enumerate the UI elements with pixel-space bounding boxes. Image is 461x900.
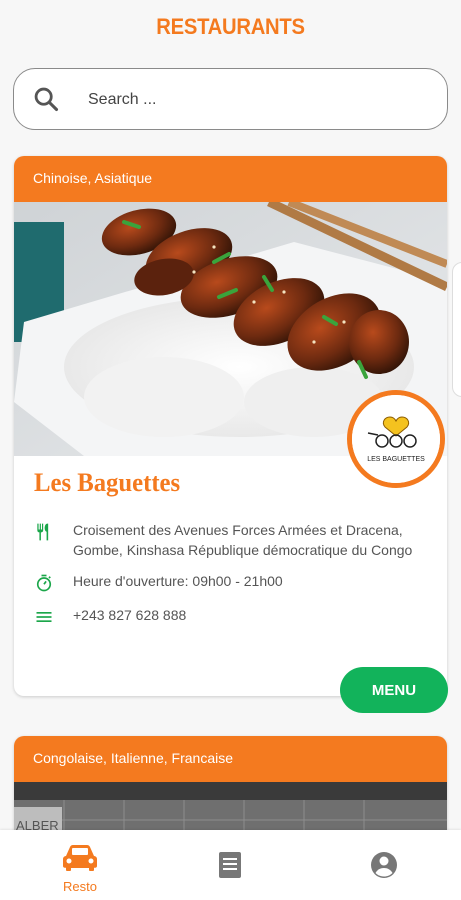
hours-row: Heure d'ouverture: 09h00 - 21h00 <box>34 571 443 593</box>
restaurant-address: Croisement des Avenues Forces Armées et … <box>73 522 413 558</box>
logo-text: LES BAGUETTES <box>367 456 425 463</box>
baguettes-logo-icon: LES BAGUETTES <box>352 395 440 483</box>
tab-resto-label: Resto <box>63 879 97 894</box>
restaurant-categories: Congolaise, Italienne, Francaise <box>14 736 447 782</box>
account-icon <box>371 852 397 878</box>
phone-row: +243 827 628 888 <box>34 605 443 627</box>
search-icon <box>34 87 59 112</box>
tab-account[interactable] <box>344 842 424 885</box>
menu-button[interactable]: MENU <box>340 667 448 713</box>
restaurant-logo: LES BAGUETTES <box>347 390 445 488</box>
restaurant-icon <box>37 523 49 541</box>
tab-list[interactable] <box>190 842 270 885</box>
address-row: Croisement des Avenues Forces Armées et … <box>34 520 443 560</box>
search-bar[interactable] <box>13 68 448 130</box>
list-icon <box>219 852 241 878</box>
page-title: RESTAURANTS <box>156 14 305 39</box>
menu-lines-icon <box>36 612 52 622</box>
car-icon <box>63 845 97 871</box>
side-drawer-handle[interactable] <box>452 262 461 397</box>
restaurant-name[interactable]: Les Baguettes <box>34 468 180 498</box>
timer-icon <box>36 574 52 592</box>
search-input[interactable] <box>88 87 418 113</box>
tab-resto[interactable]: Resto <box>40 842 120 894</box>
restaurant-categories: Chinoise, Asiatique <box>14 156 447 202</box>
phone-number[interactable]: +243 827 628 888 <box>73 605 443 627</box>
opening-hours: Heure d'ouverture: 09h00 - 21h00 <box>73 573 283 589</box>
bottom-navigation: Resto <box>0 830 461 900</box>
